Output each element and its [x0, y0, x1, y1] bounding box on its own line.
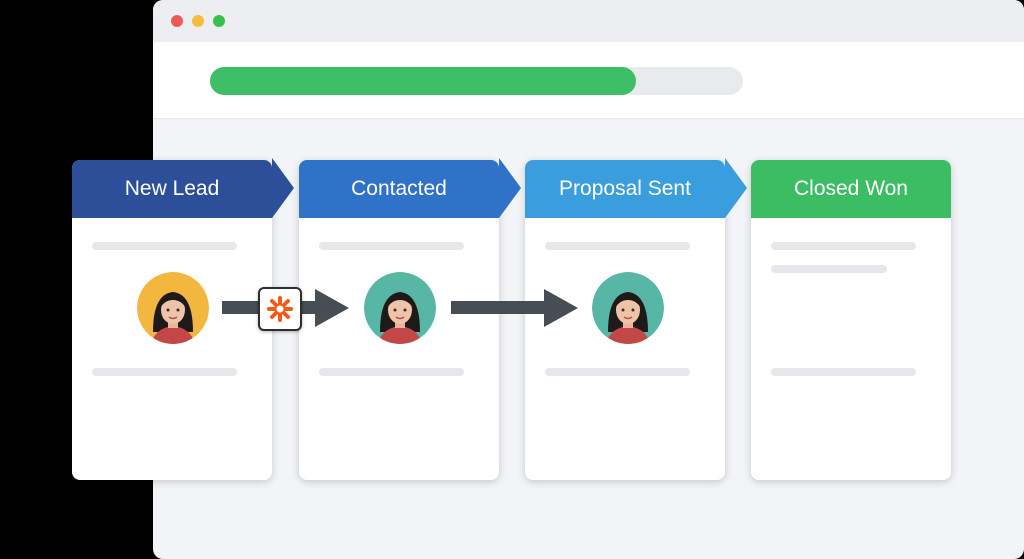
zapier-asterisk-icon — [267, 296, 293, 322]
placeholder-line — [319, 368, 464, 376]
placeholder-line — [319, 242, 464, 250]
lead-avatar[interactable] — [592, 272, 664, 344]
pipeline-column-closed-won: Closed Won — [751, 160, 951, 480]
progress-bar — [210, 67, 743, 95]
close-window-button[interactable] — [171, 15, 183, 27]
stage-header-new-lead[interactable]: New Lead — [72, 160, 272, 218]
placeholder-line — [771, 242, 916, 250]
lead-avatar[interactable] — [364, 272, 436, 344]
stage-header-contacted[interactable]: Contacted — [299, 160, 499, 218]
stage-label: Contacted — [351, 177, 447, 200]
title-bar — [153, 0, 1024, 42]
chevron-tip — [499, 158, 521, 218]
placeholder-line — [92, 242, 237, 250]
arrow-right-icon — [451, 289, 578, 327]
zapier-integration-button[interactable] — [258, 287, 302, 331]
placeholder-line — [771, 265, 887, 273]
stage-header-closed-won[interactable]: Closed Won — [751, 160, 951, 218]
maximize-window-button[interactable] — [213, 15, 225, 27]
chevron-tip — [725, 158, 747, 218]
progress-bar-fill — [210, 67, 637, 95]
placeholder-line — [545, 242, 690, 250]
placeholder-line — [545, 368, 690, 376]
stage-label: Closed Won — [793, 177, 908, 200]
chevron-tip — [272, 158, 294, 218]
stage-label: New Lead — [124, 177, 220, 200]
toolbar — [153, 42, 1024, 119]
stage-header-proposal-sent[interactable]: Proposal Sent — [525, 160, 725, 218]
placeholder-line — [771, 368, 916, 376]
placeholder-line — [92, 368, 237, 376]
minimize-window-button[interactable] — [192, 15, 204, 27]
lead-avatar[interactable] — [137, 272, 209, 344]
stage-label: Proposal Sent — [559, 177, 691, 200]
